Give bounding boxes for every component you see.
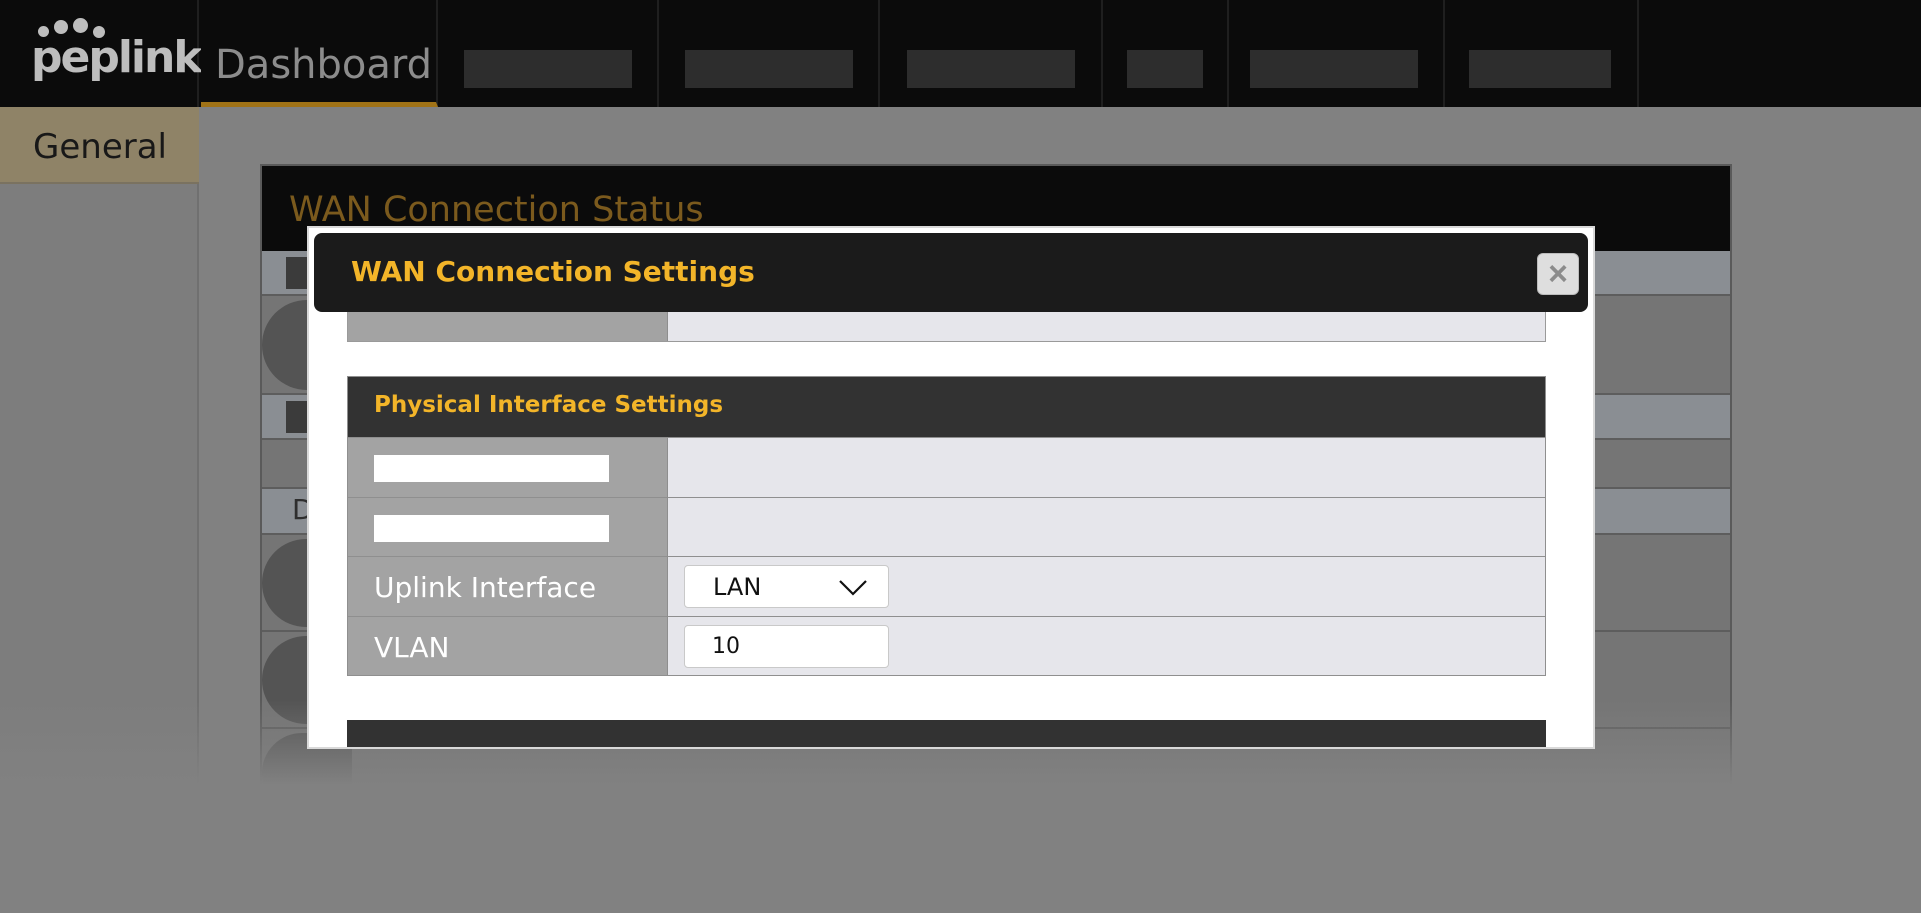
row-value-cell bbox=[668, 497, 1545, 556]
redacted-label bbox=[1127, 50, 1203, 88]
section-title: Physical Interface Settings bbox=[374, 392, 724, 418]
row-label-cell bbox=[348, 312, 668, 341]
next-section-header bbox=[347, 720, 1546, 747]
redacted-label bbox=[1469, 50, 1611, 88]
settings-row-redacted-2 bbox=[348, 496, 1545, 556]
tab-redacted-6[interactable] bbox=[1447, 0, 1639, 107]
tab-dashboard-label: Dashboard bbox=[215, 42, 433, 88]
row-value-cell bbox=[668, 312, 1545, 341]
physical-interface-settings-section: Physical Interface Settings Uplink Inter… bbox=[347, 376, 1546, 676]
row-label-cell bbox=[348, 497, 668, 556]
row-label-cell: VLAN bbox=[348, 616, 668, 675]
vlan-label: VLAN bbox=[374, 630, 450, 664]
modal-header: WAN Connection Settings × bbox=[314, 233, 1588, 312]
top-navigation-bar: peplink Dashboard bbox=[0, 0, 1921, 107]
tab-redacted-2[interactable] bbox=[661, 0, 880, 107]
vlan-input[interactable] bbox=[684, 624, 889, 668]
section-header: Physical Interface Settings bbox=[348, 377, 1545, 437]
tab-redacted-4[interactable] bbox=[1105, 0, 1229, 107]
previous-section-row bbox=[347, 312, 1546, 342]
tab-dashboard[interactable]: Dashboard bbox=[201, 0, 438, 107]
settings-row-vlan: VLAN bbox=[348, 615, 1545, 675]
uplink-interface-select[interactable]: LAN bbox=[684, 565, 889, 608]
uplink-interface-label: Uplink Interface bbox=[374, 571, 597, 604]
row-label-cell: Uplink Interface bbox=[348, 557, 668, 616]
peplink-logo[interactable]: peplink bbox=[0, 0, 203, 107]
tab-redacted-1[interactable] bbox=[440, 0, 659, 107]
redacted-label bbox=[1250, 50, 1418, 88]
uplink-interface-selected-value: LAN bbox=[713, 573, 762, 601]
row-label-cell bbox=[348, 438, 668, 497]
row-value-cell bbox=[668, 616, 1545, 675]
row-value-cell bbox=[668, 438, 1545, 497]
chevron-down-icon bbox=[839, 580, 867, 596]
redacted-label bbox=[374, 514, 609, 542]
logo-wordmark: peplink bbox=[31, 32, 203, 83]
row-value-cell: LAN bbox=[668, 557, 1545, 616]
modal-title: WAN Connection Settings bbox=[351, 255, 755, 288]
sidebar-item-label: General bbox=[33, 127, 167, 167]
tab-redacted-5[interactable] bbox=[1231, 0, 1445, 107]
redacted-label bbox=[374, 455, 609, 482]
tab-redacted-3[interactable] bbox=[882, 0, 1103, 107]
sidebar-item-general[interactable]: General bbox=[0, 107, 199, 184]
wan-connection-settings-modal: WAN Connection Settings × Physical Inter… bbox=[307, 226, 1595, 749]
close-icon[interactable]: × bbox=[1537, 253, 1579, 295]
panel-title: WAN Connection Status bbox=[289, 190, 704, 230]
settings-row-redacted-1 bbox=[348, 437, 1545, 497]
redacted-label bbox=[685, 50, 853, 88]
redacted-label bbox=[464, 50, 632, 88]
redacted-label bbox=[907, 50, 1075, 88]
settings-row-uplink-interface: Uplink Interface LAN bbox=[348, 556, 1545, 616]
